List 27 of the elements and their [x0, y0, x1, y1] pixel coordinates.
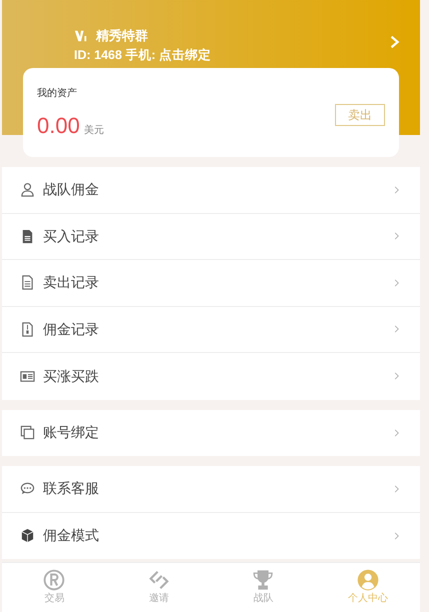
zip-file-icon — [20, 322, 35, 337]
menu-item[interactable]: 账号绑定 — [2, 410, 420, 456]
menu-item[interactable]: 佣金记录 — [2, 306, 420, 353]
menu-item[interactable]: 卖出记录 — [2, 260, 420, 306]
cube-icon — [20, 528, 35, 544]
menu-item[interactable]: 战队佣金 — [2, 167, 420, 214]
menu-item[interactable]: 佣金模式 — [2, 512, 420, 559]
asset-amount: 0.00 — [37, 113, 80, 138]
currency-unit: 美元 — [84, 125, 104, 136]
asset-title: 我的资产 — [37, 86, 78, 101]
menu-item[interactable]: 联系客服 — [2, 466, 420, 512]
profile-name: 精秀特群 — [96, 27, 148, 45]
user-icon — [20, 182, 35, 198]
chevron-right-icon[interactable] — [388, 34, 402, 50]
copy-icon — [20, 425, 35, 440]
document-icon — [20, 275, 35, 290]
logo-icon — [74, 28, 88, 43]
chat-icon — [20, 481, 35, 496]
menu-item[interactable]: 买入记录 — [2, 214, 420, 260]
profile-info: ID: 1468 手机: 点击绑定 — [74, 46, 212, 64]
registered-icon — [43, 569, 66, 591]
user-avatar-icon — [356, 569, 379, 591]
link-icon — [148, 569, 170, 591]
document-icon — [20, 228, 35, 244]
newspaper-icon — [20, 368, 35, 384]
trophy-icon — [252, 569, 274, 591]
menu-item[interactable]: 买涨买跌 — [2, 353, 420, 400]
